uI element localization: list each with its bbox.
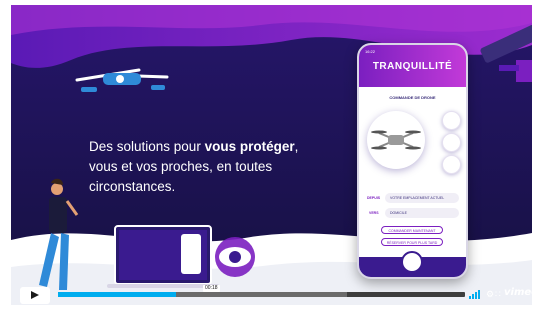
- vimeo-logo[interactable]: vimeo: [504, 287, 537, 298]
- progress-bar[interactable]: 00:18: [58, 285, 465, 297]
- phone-title: TRANQUILLITÉ: [372, 61, 453, 72]
- from-field[interactable]: VOTRE EMPLACEMENT ACTUEL: [385, 193, 459, 203]
- headline-part-1: Des solutions pour: [89, 139, 205, 154]
- order-now-button[interactable]: COMMANDER MAINTENANT: [381, 226, 443, 234]
- phone-header: 16:22 TRANQUILLITÉ: [359, 45, 466, 87]
- drone-option-3-icon[interactable]: [442, 155, 461, 174]
- phone-status-time: 16:22: [365, 49, 376, 54]
- player-controls: 00:18 ⚙ ∷ vimeo: [11, 285, 537, 305]
- key-icon[interactable]: [401, 251, 423, 273]
- current-time: 00:18: [203, 285, 220, 292]
- played-bar: [58, 292, 177, 297]
- to-field[interactable]: DOMICILE: [385, 208, 459, 218]
- eye-icon: [215, 237, 255, 277]
- play-icon: [31, 291, 39, 299]
- to-label: VERS: [369, 211, 379, 215]
- headline-text: Des solutions pour vous protéger, vous e…: [89, 137, 329, 197]
- phone-nav-bar: [359, 251, 466, 277]
- play-button[interactable]: [20, 287, 50, 304]
- page-frame: Des solutions pour vous protéger, vous e…: [0, 0, 537, 311]
- settings-icon[interactable]: ⚙: [486, 288, 494, 300]
- chapters-icon[interactable]: ∷: [495, 288, 501, 300]
- headline-bold: vous protéger: [204, 139, 295, 154]
- video-frame[interactable]: Des solutions pour vous protéger, vous e…: [11, 5, 532, 305]
- book-later-button[interactable]: RÉSERVER POUR PLUS TARD: [381, 238, 443, 246]
- volume-icon[interactable]: [469, 289, 483, 299]
- drone-main-icon: [367, 111, 425, 169]
- phone-mockup: 16:22 TRANQUILLITÉ COMMANDE DE DRONE DEP…: [357, 43, 468, 279]
- from-label: DEPUIS: [367, 196, 381, 200]
- phone-subtitle: COMMANDE DE DRONE: [389, 95, 436, 100]
- drone-option-1-icon[interactable]: [442, 111, 461, 130]
- laptop-thumbnail-icon: [107, 225, 219, 288]
- drone-option-2-icon[interactable]: [442, 133, 461, 152]
